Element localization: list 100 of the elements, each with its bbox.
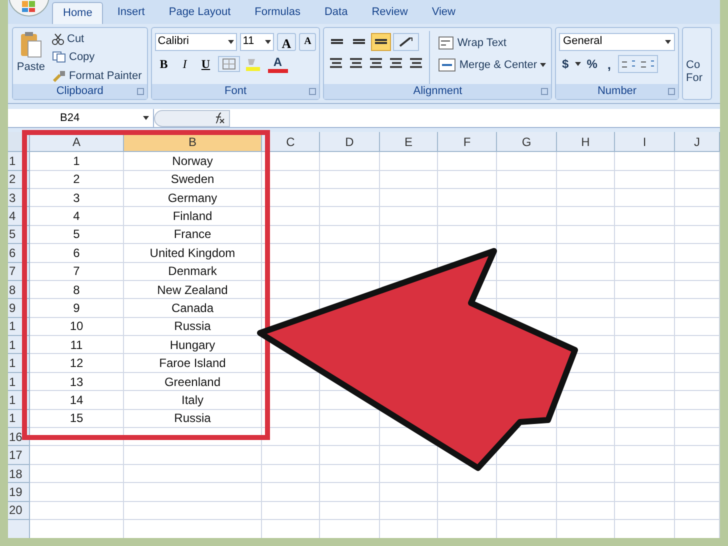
table-cell (615, 188, 675, 208)
column-header[interactable]: D (320, 132, 380, 152)
table-cell (320, 152, 380, 171)
grow-font-button[interactable]: A (276, 32, 296, 51)
copy-button[interactable]: Copy (50, 49, 144, 66)
dropdown-icon[interactable] (574, 62, 581, 66)
dropdown-icon[interactable] (228, 40, 234, 44)
ribbon-label[interactable]: For (686, 72, 703, 85)
table-cell (262, 262, 320, 281)
table-cell (615, 336, 675, 354)
table-cell: France (124, 226, 262, 244)
underline-button[interactable]: U (196, 54, 215, 73)
table-cell (557, 170, 615, 189)
ribbon-tab[interactable]: Formulas (244, 2, 310, 24)
group-label: Clipboard (56, 84, 104, 100)
table-cell: Faroe Island (124, 354, 262, 373)
italic-button[interactable]: I (176, 54, 194, 73)
table-cell (675, 244, 720, 263)
column-header[interactable]: C (262, 132, 320, 152)
dropdown-icon[interactable] (143, 116, 149, 120)
borders-icon[interactable] (218, 56, 240, 72)
ribbon-tab[interactable]: Review (362, 2, 418, 24)
format-painter-button[interactable]: Format Painter (50, 68, 144, 84)
table-cell: Denmark (124, 262, 262, 281)
dropdown-icon[interactable] (264, 40, 271, 44)
table-cell (438, 188, 497, 208)
table-cell (497, 226, 557, 244)
column-header[interactable]: E (380, 132, 438, 152)
table-cell (262, 446, 320, 465)
function-icon[interactable] (154, 110, 230, 127)
wrap-text-button[interactable]: Wrap Text (436, 34, 548, 52)
percent-button[interactable]: % (584, 54, 600, 73)
ribbon-tab[interactable]: Data (314, 2, 358, 24)
table-cell (675, 299, 720, 318)
bold-button[interactable]: B (154, 54, 173, 73)
orientation-icon[interactable] (393, 32, 420, 51)
font-name-field[interactable]: Calibri (154, 32, 237, 51)
table-cell (557, 188, 615, 208)
table-cell (615, 318, 675, 336)
table-cell (262, 483, 320, 502)
table-cell (557, 483, 615, 502)
cut-button[interactable]: Cut (50, 30, 144, 48)
table-cell (675, 354, 720, 373)
merge-center-button[interactable]: Merge & Center (436, 57, 548, 74)
table-cell (380, 244, 438, 263)
column-header[interactable]: J (675, 132, 720, 152)
dropdown-icon[interactable] (665, 40, 672, 44)
table-cell (497, 464, 557, 484)
table-cell (380, 483, 438, 502)
row-header[interactable]: 19 (8, 483, 30, 502)
table-cell: Norway (124, 152, 262, 171)
table-cell: Russia (124, 410, 262, 428)
column-header[interactable]: F (438, 132, 497, 152)
table-cell (380, 226, 438, 244)
table-cell (557, 428, 615, 446)
table-cell (438, 207, 497, 226)
ribbon-tab[interactable]: Home (52, 2, 104, 24)
table-cell (557, 244, 615, 263)
table-cell (675, 483, 720, 502)
copy-icon (52, 51, 66, 64)
table-cell (675, 280, 720, 300)
table-cell (380, 170, 438, 189)
comma-button[interactable]: , (603, 54, 616, 73)
row-header[interactable]: 18 (8, 464, 30, 484)
shrink-font-button[interactable]: A (299, 32, 316, 51)
table-cell: 8 (30, 280, 124, 300)
row-header[interactable]: 20 (8, 502, 30, 520)
table-cell (557, 152, 615, 171)
table-cell (615, 152, 675, 171)
font-size-field[interactable]: 11 (240, 32, 274, 51)
table-cell (380, 502, 438, 520)
table-cell: 6 (30, 244, 124, 263)
clipboard-icon (20, 30, 42, 59)
table-cell (675, 391, 720, 410)
align-button[interactable] (371, 32, 392, 51)
paste-button[interactable]: Paste (16, 30, 46, 84)
table-cell: 13 (30, 372, 124, 392)
font-color-button[interactable]: A (268, 54, 288, 73)
currency-button[interactable]: $ (559, 54, 572, 73)
column-header[interactable]: H (557, 132, 615, 152)
table-cell (320, 226, 380, 244)
group-label: Font (224, 84, 247, 100)
table-cell (615, 299, 675, 318)
office-button[interactable] (8, 0, 50, 18)
ribbon-tab[interactable]: Insert (107, 2, 155, 24)
ribbon-label[interactable]: Co (686, 58, 703, 72)
row-header[interactable]: 17 (8, 446, 30, 465)
table-cell (675, 262, 720, 281)
table-cell: 15 (30, 410, 124, 428)
table-cell (380, 152, 438, 171)
table-cell (497, 483, 557, 502)
number-format-field[interactable]: General (559, 32, 676, 51)
ribbon-tab[interactable]: Page Layout (158, 2, 241, 24)
dropdown-icon[interactable] (540, 63, 546, 68)
ribbon-tab[interactable]: View (422, 2, 466, 24)
table-cell (675, 318, 720, 336)
decimal-icon[interactable] (618, 54, 658, 73)
table-cell (675, 188, 720, 208)
column-header[interactable]: G (497, 132, 557, 152)
column-header[interactable]: I (615, 132, 675, 152)
